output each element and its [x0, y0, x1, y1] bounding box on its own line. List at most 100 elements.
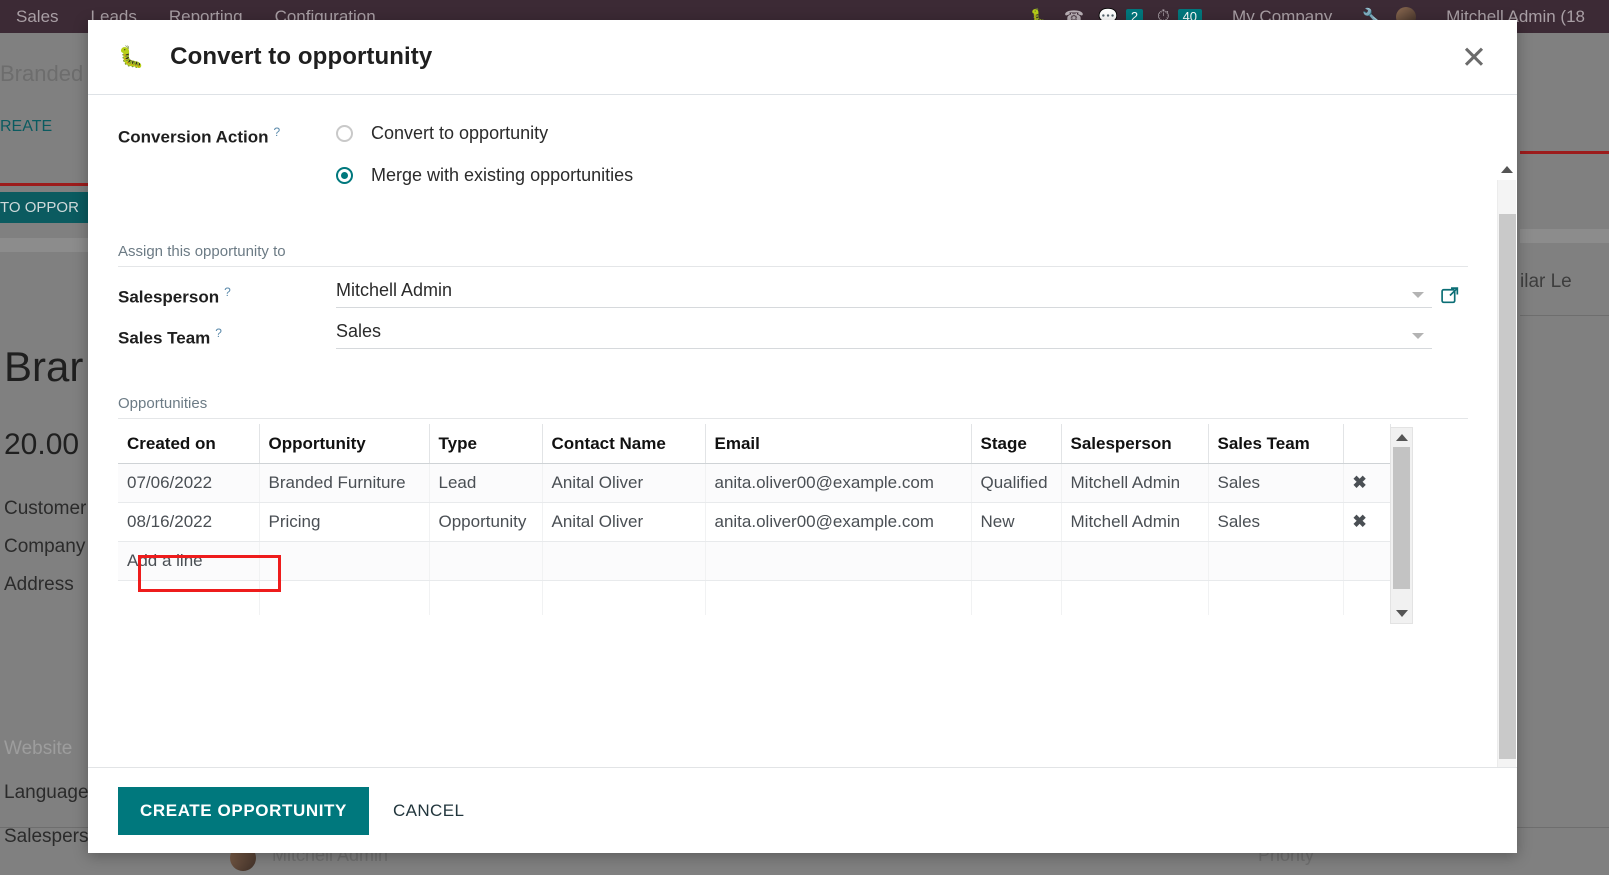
chevron-down-icon[interactable]: [1412, 292, 1424, 298]
column-contact-name[interactable]: Contact Name: [542, 424, 706, 464]
addline-filler: [429, 541, 543, 581]
create-opportunity-button[interactable]: CREATE OPPORTUNITY: [118, 786, 369, 835]
cell-salesperson: Mitchell Admin: [1061, 463, 1209, 503]
radio-convert-icon[interactable]: [336, 125, 353, 142]
table-scrollbar-thumb[interactable]: [1393, 447, 1410, 589]
similar-leads-tab[interactable]: ilar Le: [1520, 271, 1572, 293]
field-label-company: Company: [4, 536, 86, 557]
cell-created-on: 07/06/2022: [118, 463, 260, 503]
dialog-scrollbar-thumb[interactable]: [1499, 214, 1516, 759]
cell-salesperson: Mitchell Admin: [1061, 502, 1209, 542]
scroll-up-icon[interactable]: [1395, 434, 1408, 441]
external-link-icon[interactable]: [1432, 285, 1468, 306]
cell-contact-name: Anital Oliver: [542, 502, 706, 542]
breadcrumb[interactable]: Branded: [0, 61, 83, 87]
blank-cell: [1343, 580, 1391, 615]
field-label-address: Address: [4, 574, 74, 595]
right-divider: [1520, 315, 1609, 316]
statusbar-strip: [0, 238, 88, 252]
conversion-action-label: Conversion Action?: [118, 123, 336, 148]
blank-cell: [971, 580, 1062, 615]
conversion-action-label-text: Conversion Action: [118, 127, 269, 147]
blank-cell: [705, 580, 972, 615]
salesperson-open-record[interactable]: [1432, 285, 1468, 308]
sales-team-row: Sales Team? Sales: [118, 321, 1468, 349]
scroll-up-icon[interactable]: [1501, 166, 1513, 173]
blank-cell: [1061, 580, 1209, 615]
convert-to-opportunity-button[interactable]: TO OPPOR: [0, 192, 89, 223]
opportunities-table-wrap: Created on Opportunity Type Contact Name…: [118, 424, 1413, 624]
table-header-row: Created on Opportunity Type Contact Name…: [118, 424, 1391, 464]
addline-filler: [1208, 541, 1344, 581]
column-opportunity[interactable]: Opportunity: [259, 424, 430, 464]
help-icon[interactable]: ?: [274, 125, 281, 139]
table-row[interactable]: 07/06/2022 Branded Furniture Lead Anital…: [118, 463, 1391, 503]
cell-sales-team: Sales: [1208, 502, 1344, 542]
radio-merge-label: Merge with existing opportunities: [371, 165, 634, 185]
cell-sales-team: Sales: [1208, 463, 1344, 503]
help-icon[interactable]: ?: [215, 326, 222, 340]
addline-filler: [1061, 541, 1209, 581]
opportunities-table: Created on Opportunity Type Contact Name…: [118, 424, 1391, 615]
cell-stage: New: [971, 502, 1062, 542]
column-stage[interactable]: Stage: [971, 424, 1062, 464]
sales-team-label: Sales Team?: [118, 324, 336, 349]
salesperson-value: Mitchell Admin: [336, 280, 453, 300]
salesperson-label: Salesperson?: [118, 283, 336, 308]
field-label-website: Website: [4, 738, 73, 759]
cancel-button[interactable]: CANCEL: [387, 793, 470, 829]
cell-email: anita.oliver00@example.com: [705, 463, 972, 503]
nav-menu-sales[interactable]: Sales: [0, 7, 75, 27]
convert-to-opportunity-dialog: 🐛 Convert to opportunity ✕ Conversion Ac…: [88, 20, 1517, 853]
addline-filler: [542, 541, 706, 581]
salesperson-row: Salesperson? Mitchell Admin: [118, 280, 1468, 308]
addline-filler: [705, 541, 972, 581]
tab-underline: [0, 183, 88, 186]
right-strip: [1520, 229, 1609, 243]
salesperson-label-text: Salesperson: [118, 288, 220, 307]
dialog-header: 🐛 Convert to opportunity ✕: [88, 20, 1517, 95]
field-label-language: Language: [4, 782, 89, 803]
column-created-on[interactable]: Created on: [118, 424, 260, 464]
delete-row-icon[interactable]: ✖: [1343, 463, 1391, 503]
cell-opportunity: Branded Furniture: [259, 463, 430, 503]
chevron-down-icon[interactable]: [1412, 333, 1424, 339]
help-icon[interactable]: ?: [224, 285, 231, 299]
add-line-row[interactable]: Add a line: [118, 541, 1391, 581]
cell-opportunity: Pricing: [259, 502, 430, 542]
radio-option-convert[interactable]: Convert to opportunity: [336, 123, 1468, 144]
cell-contact-name: Anital Oliver: [542, 463, 706, 503]
dialog-scrollbar[interactable]: [1497, 166, 1516, 767]
column-email[interactable]: Email: [705, 424, 972, 464]
record-amount: 20.00: [4, 428, 80, 461]
bug-icon: 🐛: [118, 45, 145, 69]
add-a-line-button[interactable]: Add a line: [118, 541, 260, 581]
radio-option-merge[interactable]: Merge with existing opportunities: [336, 165, 1468, 186]
blank-cell: [1208, 580, 1344, 615]
blank-cell: [259, 580, 430, 615]
sales-team-input[interactable]: Sales: [336, 321, 1432, 349]
close-icon[interactable]: ✕: [1449, 42, 1499, 73]
sales-team-label-text: Sales Team: [118, 329, 211, 348]
create-button[interactable]: REATE: [0, 118, 52, 136]
cell-type: Lead: [429, 463, 543, 503]
column-type[interactable]: Type: [429, 424, 543, 464]
record-title: Brar: [4, 343, 84, 390]
scroll-down-icon[interactable]: [1395, 610, 1408, 617]
addline-filler: [971, 541, 1062, 581]
sales-team-value: Sales: [336, 321, 382, 341]
cell-created-on: 08/16/2022: [118, 502, 260, 542]
assign-section-title: Assign this opportunity to: [118, 243, 1468, 267]
column-sales-team[interactable]: Sales Team: [1208, 424, 1344, 464]
dialog-title: Convert to opportunity: [170, 43, 433, 70]
delete-row-icon[interactable]: ✖: [1343, 502, 1391, 542]
salesperson-input[interactable]: Mitchell Admin: [336, 280, 1432, 308]
addline-filler: [1343, 541, 1391, 581]
column-actions: [1343, 424, 1391, 464]
radio-merge-icon[interactable]: [336, 167, 353, 184]
column-salesperson[interactable]: Salesperson: [1061, 424, 1209, 464]
table-row[interactable]: 08/16/2022 Pricing Opportunity Anital Ol…: [118, 502, 1391, 542]
table-scrollbar[interactable]: [1390, 427, 1413, 624]
addline-filler: [259, 541, 430, 581]
blank-cell: [429, 580, 543, 615]
